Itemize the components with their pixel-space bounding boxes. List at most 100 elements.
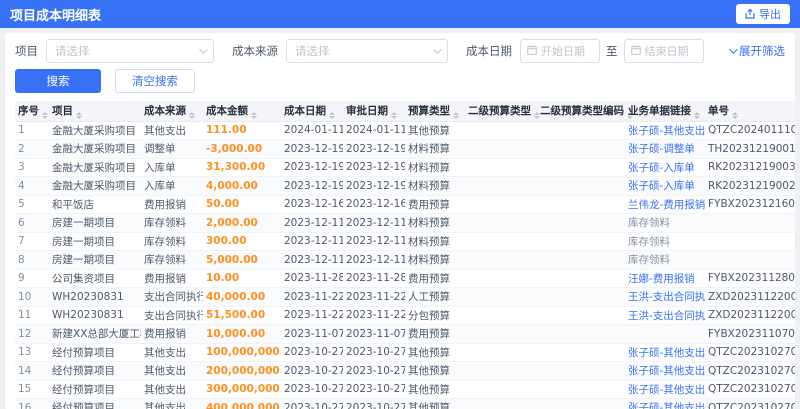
cell-no: 15 [15, 380, 49, 399]
column-header-8[interactable]: 二级预算类型编码 [537, 101, 633, 122]
cell-amount: 50.00 [203, 195, 281, 214]
cell-doc-no: RK20231219002 [705, 176, 795, 196]
cell-budget-type: 其他预算 [405, 361, 465, 381]
document-link[interactable]: 张子硕-其他支出 [628, 365, 705, 377]
cell-budget-code-l2 [537, 269, 625, 288]
source-select[interactable]: 请选择 [286, 39, 448, 63]
cell-doc-no: FYBX20231128001 [705, 269, 795, 288]
column-header-10[interactable]: 单号 [705, 101, 795, 122]
search-button[interactable]: 搜索 [15, 69, 101, 93]
sort-icon[interactable] [251, 111, 257, 119]
sort-icon[interactable] [42, 111, 48, 119]
cell-no: 13 [15, 343, 49, 362]
project-select[interactable]: 请选择 [46, 39, 214, 63]
sort-icon[interactable] [453, 111, 459, 119]
cell-source: 库存领料 [141, 213, 203, 233]
cell-cost-date: 2023-12-11 [281, 232, 343, 251]
cell-link: 张子硕-调整单 [625, 139, 705, 159]
cell-source: 其他支出 [141, 398, 203, 409]
document-link[interactable]: 汪娜-费用报销 [628, 273, 695, 285]
column-header-7[interactable]: 二级预算类型 [465, 101, 540, 122]
cell-budget-type-l2 [465, 269, 537, 288]
cell-no: 10 [15, 287, 49, 307]
filter-bar: 项目 请选择 成本来源 请选择 成本日期 开始日期 至 结束日期 展开筛选 [15, 39, 785, 63]
cell-project: 经付预算项目 [49, 380, 141, 399]
document-link[interactable]: 王洪-支出合同执行 [628, 310, 705, 322]
cell-cost-date: 2023-10-27 [281, 343, 343, 362]
document-link[interactable]: 王洪-支出合同执行 [628, 291, 705, 303]
cell-budget-type: 其他预算 [405, 398, 465, 409]
cell-approval-date: 2023-12-19 [343, 176, 405, 196]
document-link[interactable]: 张子硕-其他支出 [628, 125, 705, 137]
column-label: 二级预算类型 [468, 104, 531, 117]
cell-link: 张子硕-其他支出 [625, 121, 705, 140]
document-link[interactable]: 兰伟龙-费用报销 [628, 199, 705, 211]
sort-icon[interactable] [76, 111, 82, 119]
document-link[interactable]: 张子硕-其他支出 [628, 384, 705, 396]
cell-link: 张子硕-入库单 [625, 158, 705, 177]
cell-budget-type: 材料预算 [405, 213, 465, 233]
cell-budget-type-l2 [465, 324, 537, 344]
column-header-5[interactable]: 审批日期 [343, 101, 405, 122]
table-row: 6 房建一期项目 库存领料 2,000.00 2023-12-11 2023-12-11 材… [15, 213, 795, 233]
cell-link: 库存领料 [625, 250, 705, 270]
cell-budget-type-l2 [465, 195, 537, 214]
column-header-3[interactable]: 成本金额 [203, 101, 281, 122]
document-link[interactable]: 张子硕-其他支出 [628, 402, 705, 409]
column-header-4[interactable]: 成本日期 [281, 101, 343, 122]
cell-no: 8 [15, 250, 49, 270]
sort-icon[interactable] [732, 111, 738, 119]
column-header-2[interactable]: 成本来源 [141, 101, 203, 122]
cell-budget-code-l2 [537, 287, 625, 307]
column-label: 二级预算类型编码 [540, 104, 624, 117]
date-filter-group: 成本日期 开始日期 至 结束日期 [466, 39, 704, 63]
expand-filters-toggle[interactable]: 展开筛选 [729, 43, 785, 59]
date-end-input[interactable]: 结束日期 [623, 39, 704, 63]
date-start-input[interactable]: 开始日期 [520, 39, 600, 63]
cell-cost-date: 2023-12-16 [281, 195, 343, 214]
cell-amount: 100,000,000.00 [203, 343, 281, 362]
column-header-1[interactable]: 项目 [49, 101, 141, 122]
cell-doc-no: FYBX20231107001 [705, 324, 795, 344]
source-filter-label: 成本来源 [232, 44, 278, 58]
column-header-0[interactable]: 序号 [15, 101, 49, 122]
cell-amount: 300,000,000.00 [203, 380, 281, 399]
cell-doc-no: ZXD20231122002 [705, 287, 795, 307]
project-filter-label: 项目 [15, 44, 38, 58]
column-label: 预算类型 [408, 104, 450, 117]
cell-project: 房建一期项目 [49, 250, 141, 270]
document-link[interactable]: 张子硕-入库单 [628, 162, 695, 174]
cell-amount: 31,300.00 [203, 158, 281, 177]
cell-budget-type-l2 [465, 176, 537, 196]
cell-budget-type-l2 [465, 306, 537, 325]
sort-icon[interactable] [694, 111, 700, 119]
cell-project: WH20230831 [49, 287, 141, 307]
document-link[interactable]: 张子硕-入库单 [628, 180, 695, 192]
column-header-9[interactable]: 业务单据链接 [625, 101, 705, 122]
cell-doc-no [705, 232, 795, 251]
sort-icon[interactable] [391, 111, 397, 119]
export-button[interactable]: 导出 [736, 4, 790, 24]
cell-source: 其他支出 [141, 361, 203, 381]
document-link[interactable]: 张子硕-调整单 [628, 143, 695, 155]
clear-search-button[interactable]: 清空搜索 [115, 69, 195, 93]
cell-budget-code-l2 [537, 324, 625, 344]
column-label: 成本金额 [206, 104, 248, 117]
table-row: 16经付预算项目其他支出400,000,000.002023-10-272023… [15, 398, 795, 409]
cell-cost-date: 2023-12-11 [281, 250, 343, 270]
cell-cost-date: 2023-10-27 [281, 398, 343, 409]
sort-icon[interactable] [329, 111, 335, 119]
main-card: 项目 请选择 成本来源 请选择 成本日期 开始日期 至 结束日期 展开筛选 搜索… [5, 33, 795, 409]
cell-budget-type: 材料预算 [405, 250, 465, 270]
cell-budget-type: 人工预算 [405, 287, 465, 307]
cell-project: 房建一期项目 [49, 213, 141, 233]
cell-cost-date: 2023-12-19 [281, 158, 343, 177]
cell-no: 12 [15, 324, 49, 344]
cell-budget-code-l2 [537, 213, 625, 233]
column-header-6[interactable]: 预算类型 [405, 101, 465, 122]
column-label: 成本来源 [144, 104, 186, 117]
document-link[interactable]: 张子硕-其他支出 [628, 347, 705, 359]
sort-icon[interactable] [189, 111, 195, 119]
cell-no: 6 [15, 213, 49, 233]
cell-project: 经付预算项目 [49, 361, 141, 381]
